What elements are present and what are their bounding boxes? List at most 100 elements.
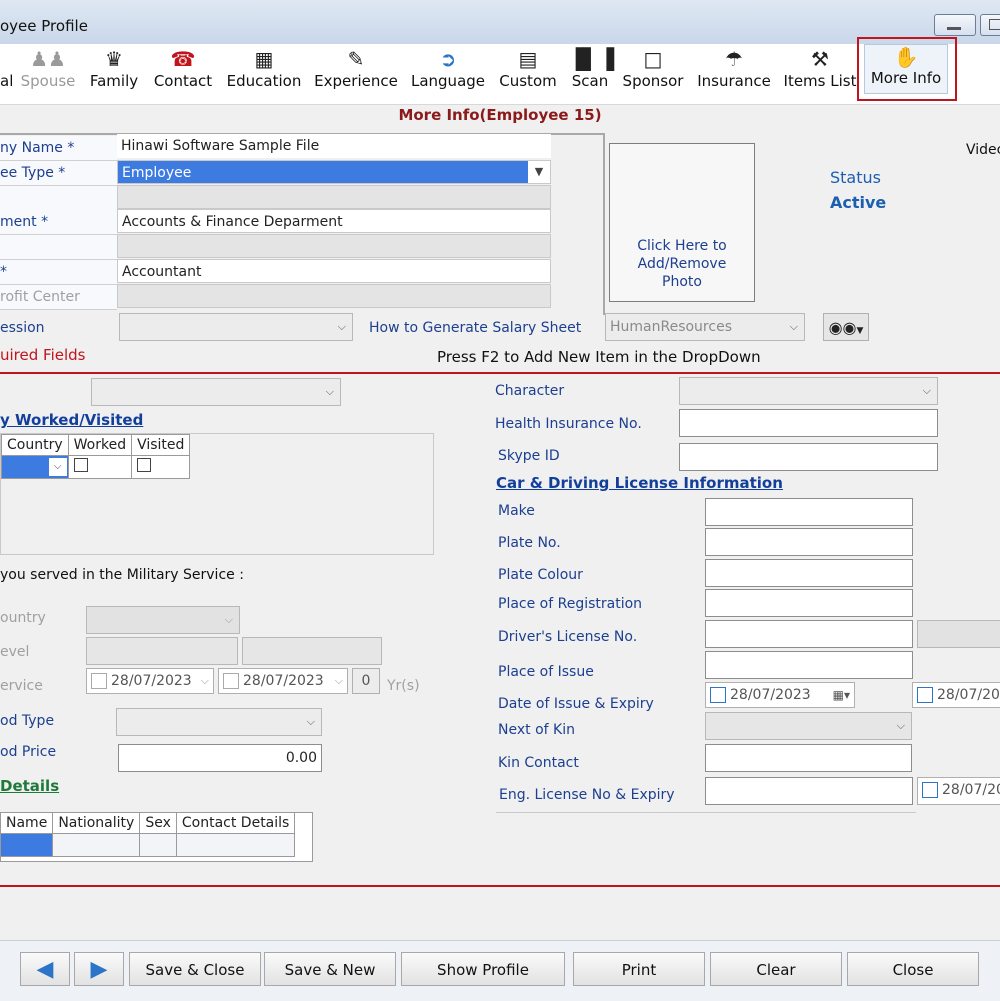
food-type-select[interactable]: ⌵	[116, 708, 322, 736]
car-license-heading: Car & Driving License Information	[496, 474, 783, 492]
license-extra-field[interactable]	[917, 620, 1000, 648]
tab-sponsor[interactable]: □ Sponsor	[620, 44, 686, 104]
service-end-date[interactable]: 28/07/2023 ⌵	[218, 668, 348, 694]
food-price-label: od Price	[0, 744, 57, 760]
service-start-checkbox[interactable]	[91, 673, 107, 689]
blank-field-1[interactable]	[117, 185, 551, 209]
worked-cell[interactable]	[67, 455, 133, 479]
divider	[496, 812, 916, 813]
tab-language[interactable]: ➲ Language	[408, 44, 488, 104]
eng-expiry-field[interactable]: 28/07/20	[917, 777, 1000, 805]
save-close-button[interactable]: Save & Close	[129, 952, 261, 986]
visited-cell[interactable]	[131, 455, 191, 479]
service-start-date[interactable]: 28/07/2023 ⌵	[86, 668, 214, 694]
tab-family[interactable]: ♛ Family	[86, 44, 142, 104]
country-cell[interactable]: ⌵	[1, 455, 69, 479]
date-issue-checkbox[interactable]	[710, 687, 726, 703]
details-cell-nationality[interactable]	[52, 833, 141, 857]
countries-grid: Country Worked Visited ⌵	[1, 434, 191, 479]
minimize-icon	[947, 27, 961, 30]
visited-checkbox[interactable]	[137, 458, 152, 472]
chevron-down-icon: ⌵	[337, 320, 346, 333]
chevron-down-icon[interactable]: ⌵	[48, 458, 67, 476]
date-issue-field[interactable]: 28/07/2023 ▦▾	[705, 682, 855, 708]
service-years-field[interactable]: 0	[352, 668, 380, 694]
eng-expiry-value: 28/07/20	[942, 782, 1000, 798]
tab-scan[interactable]: ▐▌▐ Scan	[568, 44, 614, 104]
spouse-icon: ♟♟	[30, 47, 66, 71]
tab-items-list[interactable]: ⚒ Items List	[782, 44, 858, 104]
hr-select[interactable]: HumanResources ⌵	[605, 313, 805, 341]
close-button[interactable]: Close	[847, 952, 979, 986]
minimize-button[interactable]	[934, 14, 976, 36]
chevron-down-icon[interactable]: ▼	[528, 161, 550, 183]
previous-button[interactable]: ◀	[20, 952, 70, 986]
details-cell-sex[interactable]	[139, 833, 177, 857]
next-button[interactable]: ▶	[74, 952, 124, 986]
date-expiry-field[interactable]: 28/07/202	[912, 682, 1000, 708]
skype-field[interactable]	[679, 443, 938, 471]
details-grid: Name Nationality Sex Contact Details	[0, 812, 296, 857]
service-end-value: 28/07/2023	[243, 673, 324, 689]
show-profile-button[interactable]: Show Profile	[401, 952, 565, 986]
details-header-sex: Sex	[139, 812, 177, 834]
eng-expiry-checkbox[interactable]	[922, 782, 938, 798]
make-field[interactable]	[705, 498, 913, 526]
required-fields-note: uired Fields	[0, 346, 86, 364]
license-no-field[interactable]	[705, 620, 913, 648]
tab-personal[interactable]: al	[0, 44, 13, 104]
details-cell-contact[interactable]	[175, 833, 296, 857]
tab-experience[interactable]: ✎ Experience	[312, 44, 400, 104]
food-price-field[interactable]: 0.00	[118, 744, 322, 772]
military-level-field-2[interactable]	[242, 637, 382, 665]
session-select[interactable]: ⌵	[119, 313, 353, 341]
plate-no-field[interactable]	[705, 528, 913, 556]
next-of-kin-select[interactable]: ⌵	[705, 712, 912, 740]
military-level-field-1[interactable]	[86, 637, 238, 665]
department-label: ment *	[0, 210, 117, 235]
place-issue-label: Place of Issue	[498, 664, 594, 680]
service-end-checkbox[interactable]	[223, 673, 239, 689]
company-name-field[interactable]: Hinawi Software Sample File	[117, 134, 551, 158]
save-new-button[interactable]: Save & New	[264, 952, 396, 986]
tab-spouse[interactable]: ♟♟ Spouse	[18, 44, 78, 104]
date-expiry-checkbox[interactable]	[917, 687, 933, 703]
blank-field-2[interactable]	[117, 234, 551, 258]
photo-box[interactable]: Click Here to Add/Remove Photo	[609, 143, 755, 302]
plate-colour-field[interactable]	[705, 559, 913, 587]
place-issue-field[interactable]	[705, 651, 913, 679]
position-field[interactable]: Accountant	[117, 259, 551, 283]
print-button[interactable]: Print	[573, 952, 705, 986]
profit-center-field[interactable]	[117, 284, 551, 308]
binoculars-button[interactable]: ◉◉▼	[823, 313, 869, 341]
status-value: Active	[830, 193, 887, 212]
worked-checkbox[interactable]	[73, 458, 88, 472]
details-cell-name[interactable]	[0, 833, 54, 857]
service-start-value: 28/07/2023	[111, 673, 192, 689]
clear-button[interactable]: Clear	[710, 952, 842, 986]
tab-more-info[interactable]: ✋ More Info	[864, 44, 948, 94]
chevron-down-icon: ⌵	[789, 320, 798, 333]
date-issue-label: Date of Issue & Expiry	[498, 696, 654, 712]
chevron-down-icon: ⌵	[200, 674, 209, 687]
custom-icon: ▤	[518, 47, 538, 71]
character-select[interactable]: ⌵	[679, 377, 938, 405]
tab-education[interactable]: ▦ Education	[224, 44, 304, 104]
status-label: Status	[830, 168, 881, 187]
tab-custom[interactable]: ▤ Custom	[496, 44, 560, 104]
eng-license-field[interactable]	[705, 777, 913, 805]
company-name-label: ny Name *	[0, 136, 117, 161]
employee-type-select[interactable]: Employee ▼	[117, 160, 551, 184]
tab-contact[interactable]: ☎ Contact	[150, 44, 216, 104]
health-insurance-field[interactable]	[679, 409, 938, 437]
department-field[interactable]: Accounts & Finance Deparment	[117, 209, 551, 233]
military-level-label: evel	[0, 644, 30, 660]
salary-sheet-link[interactable]: How to Generate Salary Sheet	[369, 320, 581, 336]
maximize-button[interactable]	[980, 14, 1000, 36]
top-left-select[interactable]: ⌵	[91, 378, 341, 406]
tab-insurance[interactable]: ☂ Insurance	[694, 44, 774, 104]
calendar-icon[interactable]: ▦▾	[833, 683, 850, 707]
military-country-select[interactable]: ⌵	[86, 606, 240, 634]
kin-contact-field[interactable]	[705, 744, 912, 772]
place-registration-field[interactable]	[705, 589, 913, 617]
